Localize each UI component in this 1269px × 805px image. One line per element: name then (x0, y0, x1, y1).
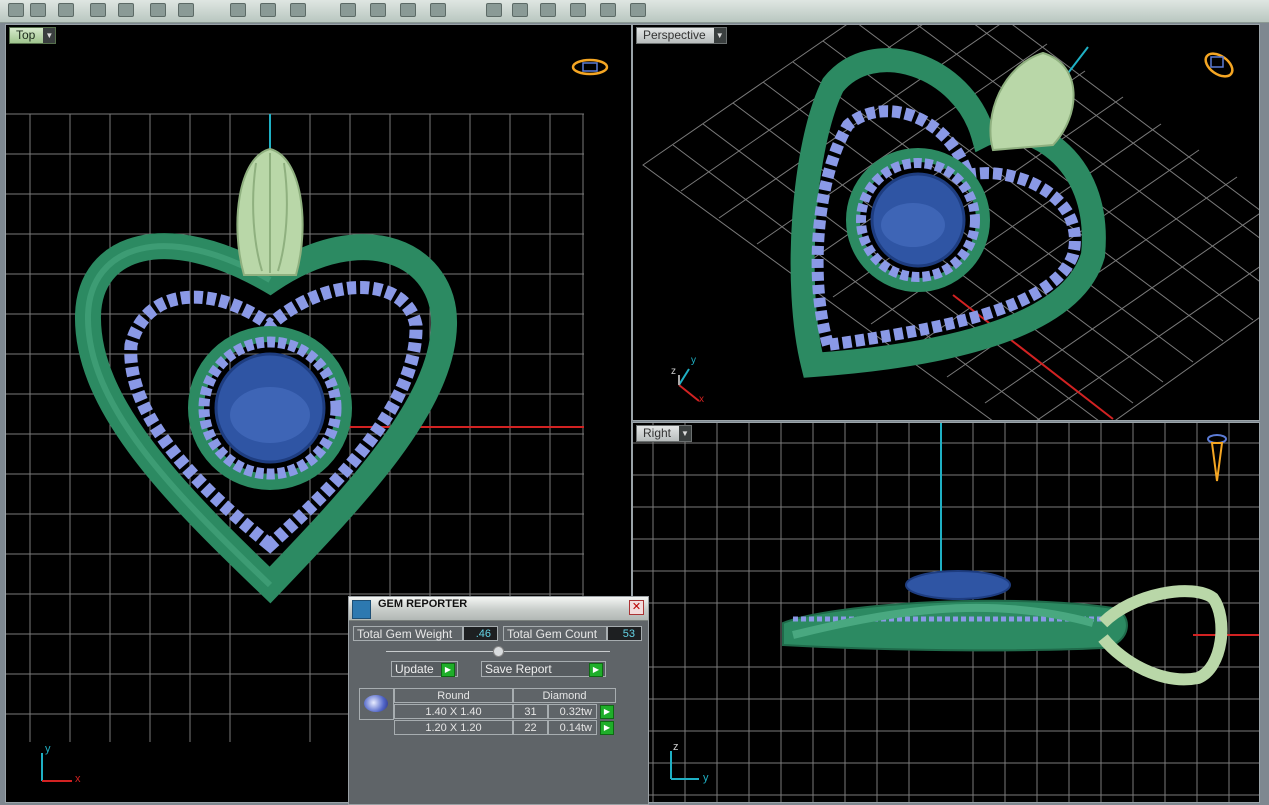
axis-label-z: z (673, 741, 679, 753)
update-button[interactable]: Update ▶ (391, 661, 458, 677)
chevron-down-icon[interactable]: ▼ (679, 426, 692, 441)
axis-label-x: x (75, 773, 81, 785)
gem-reporter-titlebar[interactable]: GEM REPORTER ✕ (349, 597, 648, 621)
toolbar-icon[interactable] (400, 3, 416, 17)
right-viewport[interactable]: Right ▼ z y (632, 422, 1260, 803)
toolbar-icon[interactable] (90, 3, 106, 17)
axis-widget (41, 753, 72, 782)
table-header-stone: Diamond (513, 688, 616, 703)
pendant-model[interactable] (790, 48, 1106, 378)
axis-label-y: y (691, 355, 696, 366)
table-row-weight: 0.14tw (548, 720, 597, 735)
table-header-shape: Round (394, 688, 513, 703)
toolbar-icon[interactable] (230, 3, 246, 17)
toolbar-icon[interactable] (600, 3, 616, 17)
table-row-count: 31 (513, 704, 548, 719)
view-cube-icon[interactable] (1207, 434, 1227, 482)
toolbar-icon[interactable] (118, 3, 134, 17)
axis-label-x: x (699, 394, 704, 405)
toolbar-icon[interactable] (630, 3, 646, 17)
toolbar-icon[interactable] (58, 3, 74, 17)
viewport-label-right[interactable]: Right ▼ (636, 425, 693, 442)
axis-widget (678, 368, 700, 402)
row-action-play-icon[interactable]: ▶ (600, 705, 614, 719)
chevron-down-icon[interactable]: ▼ (43, 28, 56, 43)
total-gem-weight-label: Total Gem Weight (353, 626, 463, 641)
chevron-down-icon[interactable]: ▼ (713, 28, 726, 43)
table-row-weight: 0.32tw (548, 704, 597, 719)
axis-label-z: z (671, 366, 676, 377)
play-icon: ▶ (589, 663, 603, 677)
toolbar-icon[interactable] (178, 3, 194, 17)
table-row-size: 1.20 X 1.20 (394, 720, 513, 735)
main-toolbar (0, 0, 1269, 23)
right-viewport-canvas (633, 423, 1259, 802)
gem-thumbnail (359, 688, 394, 720)
toolbar-icon[interactable] (260, 3, 276, 17)
row-action-play-icon[interactable]: ▶ (600, 721, 614, 735)
toolbar-icon[interactable] (340, 3, 356, 17)
toolbar-icon[interactable] (486, 3, 502, 17)
pendant-model[interactable] (74, 147, 458, 604)
toolbar-icon[interactable] (30, 3, 46, 17)
perspective-viewport-canvas (642, 25, 1259, 420)
toolbar-icon[interactable] (430, 3, 446, 17)
toolbar-icon[interactable] (512, 3, 528, 17)
gem-reporter-title: GEM REPORTER (378, 598, 468, 610)
view-cube-icon[interactable] (571, 58, 609, 76)
axis-label-y: y (45, 743, 51, 755)
toolbar-icon[interactable] (150, 3, 166, 17)
table-row-size: 1.40 X 1.40 (394, 704, 513, 719)
pendant-model[interactable] (782, 570, 1228, 686)
total-gem-count-label: Total Gem Count (503, 626, 607, 641)
close-icon[interactable]: ✕ (629, 600, 644, 615)
viewport-label-top[interactable]: Top ▼ (9, 27, 57, 44)
view-cube-icon[interactable] (1202, 49, 1237, 81)
toolbar-icon[interactable] (570, 3, 586, 17)
table-row-count: 22 (513, 720, 548, 735)
gem-reporter-panel[interactable]: GEM REPORTER ✕ Total Gem Weight .46 Tota… (348, 596, 649, 805)
play-icon: ▶ (441, 663, 455, 677)
save-report-button[interactable]: Save Report ▶ (481, 661, 606, 677)
gem-reporter-logo-icon (352, 600, 371, 619)
total-gem-count-value: 53 (607, 626, 642, 641)
toolbar-icon[interactable] (540, 3, 556, 17)
perspective-viewport[interactable]: Perspective ▼ x y z (632, 24, 1260, 421)
viewport-label-perspective[interactable]: Perspective ▼ (636, 27, 727, 44)
axis-label-y: y (703, 772, 709, 784)
chevron-up-icon[interactable] (493, 646, 504, 657)
toolbar-icon[interactable] (8, 3, 24, 17)
toolbar-icon[interactable] (290, 3, 306, 17)
round-gem-icon (364, 695, 388, 712)
toolbar-icon[interactable] (370, 3, 386, 17)
total-gem-weight-value: .46 (463, 626, 498, 641)
